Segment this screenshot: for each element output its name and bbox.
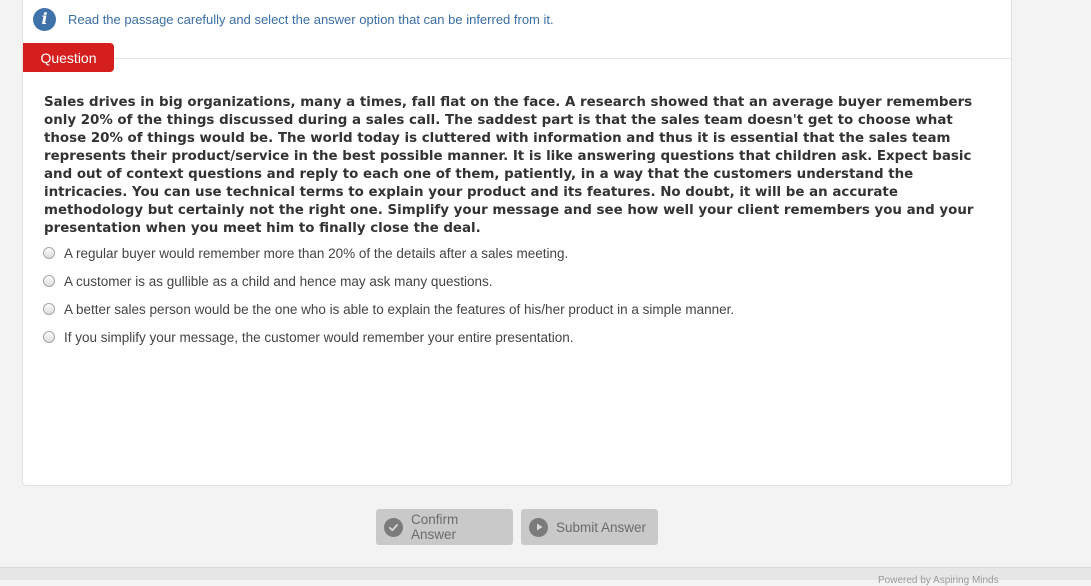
radio-button[interactable]	[43, 275, 55, 287]
play-glyph	[536, 523, 542, 531]
powered-by-text: Powered by Aspiring Minds	[878, 575, 999, 586]
instruction-banner: i Read the passage carefully and select …	[33, 7, 554, 31]
play-circle-icon	[529, 517, 548, 537]
checkmark-glyph	[388, 523, 399, 531]
submit-answer-button[interactable]: Submit Answer	[521, 509, 658, 545]
answer-option-1[interactable]: A regular buyer would remember more than…	[43, 239, 734, 267]
question-card: i Read the passage carefully and select …	[22, 0, 1012, 486]
radio-button[interactable]	[43, 331, 55, 343]
answer-option-label[interactable]: A better sales person would be the one w…	[64, 302, 734, 317]
question-tab: Question	[23, 43, 114, 72]
answer-option-label[interactable]: A customer is as gullible as a child and…	[64, 274, 492, 289]
answer-option-4[interactable]: If you simplify your message, the custom…	[43, 323, 734, 351]
answer-option-label[interactable]: If you simplify your message, the custom…	[64, 330, 573, 345]
footer-bar: Powered by Aspiring Minds	[0, 567, 1091, 586]
answer-option-3[interactable]: A better sales person would be the one w…	[43, 295, 734, 323]
answer-option-label[interactable]: A regular buyer would remember more than…	[64, 246, 568, 261]
answer-options: A regular buyer would remember more than…	[43, 239, 734, 351]
confirm-answer-label: Confirm Answer	[411, 512, 459, 542]
answer-option-2[interactable]: A customer is as gullible as a child and…	[43, 267, 734, 295]
check-circle-icon	[384, 517, 403, 537]
question-tab-label: Question	[40, 49, 97, 66]
radio-button[interactable]	[43, 247, 55, 259]
confirm-answer-button[interactable]: Confirm Answer	[376, 509, 513, 545]
info-icon: i	[33, 7, 56, 31]
radio-button[interactable]	[43, 303, 55, 315]
submit-answer-label: Submit Answer	[556, 519, 647, 535]
instruction-text: Read the passage carefully and select th…	[68, 11, 554, 27]
passage-text: Sales drives in big organizations, many …	[44, 95, 974, 236]
header-divider	[23, 58, 1011, 59]
